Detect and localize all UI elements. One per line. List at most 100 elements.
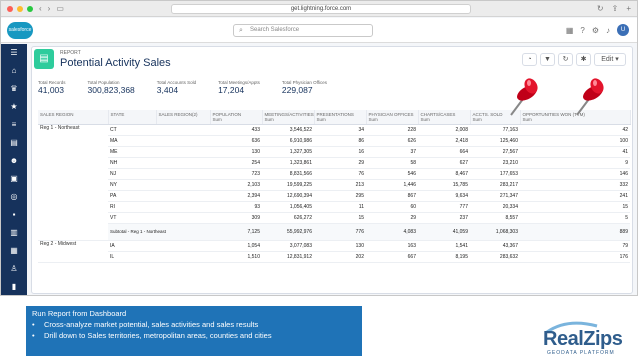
- refresh-icon[interactable]: ↻: [558, 53, 573, 66]
- state-cell: ME: [108, 146, 156, 158]
- value-cell: 15: [314, 212, 366, 224]
- value-cell: 60: [366, 201, 418, 213]
- value-cell: 237: [418, 212, 470, 224]
- value-cell: 93: [210, 201, 262, 213]
- table-row[interactable]: NH2541,323,861295862723,2109$57,444.00: [38, 157, 630, 169]
- browser-window: ‹ › ▭ get.lightning.force.com ↻ ⇪ + sale…: [0, 0, 638, 296]
- search-icon: ⌕: [239, 27, 243, 34]
- share-icon[interactable]: ⇪: [612, 4, 619, 13]
- empty-cell: [156, 212, 210, 224]
- column-header[interactable]: POPULATION Sum: [210, 110, 263, 125]
- subtotal-value: 7,125: [210, 223, 262, 241]
- value-cell: 627: [418, 157, 470, 169]
- book-icon[interactable]: ▤: [1, 134, 27, 152]
- subtotal-row: Subtotal - Reg 1 - Northeast 7,125 55,992,…: [38, 223, 630, 241]
- avatar[interactable]: U: [617, 24, 629, 36]
- value-cell: 8,557: [470, 212, 520, 224]
- value-cell: 664: [418, 146, 470, 158]
- subtotal-value: 1,068,303: [470, 223, 520, 241]
- star-icon[interactable]: ★: [1, 98, 27, 116]
- column-header[interactable]: PHYSICIAN OFFICES Sum: [366, 110, 419, 125]
- chart-icon[interactable]: ▮: [1, 278, 27, 295]
- value-cell: 2,394: [210, 190, 262, 202]
- clipboard-icon[interactable]: ▥: [1, 224, 27, 242]
- minimize-dot[interactable]: [17, 6, 23, 12]
- realzips-logo: RealZips GEODATA PLATFORM: [537, 320, 633, 358]
- table-row[interactable]: IL1,51012,831,9122026678,195283,632176$3…: [38, 251, 630, 263]
- state-cell: IL: [108, 251, 156, 263]
- user-icon[interactable]: ♙: [1, 260, 27, 278]
- grid-icon[interactable]: ▦: [566, 26, 574, 35]
- value-cell: 86: [314, 135, 366, 147]
- maximize-dot[interactable]: [27, 6, 33, 12]
- table-row[interactable]: Reg 2 - Midwest IA 1,054 3,077,083 130 163 1,5…: [38, 240, 630, 263]
- briefcase-icon[interactable]: ▪: [1, 206, 27, 224]
- table-row[interactable]: ME1301,327,305163766427,56741$50,460.00: [38, 146, 630, 158]
- back-icon[interactable]: ‹: [39, 4, 42, 13]
- column-header[interactable]: PRESENTATIONS Sum: [314, 110, 367, 125]
- summary-item: Total Meetings/Appts 17,204: [218, 80, 260, 95]
- dashboard-icon[interactable]: ◔: [522, 53, 537, 66]
- value-cell: 1,323,861: [262, 157, 314, 169]
- salesforce-logo[interactable]: salesforce: [7, 22, 33, 39]
- filter-icon[interactable]: ▼: [540, 53, 555, 66]
- home-icon[interactable]: ⌂: [1, 62, 27, 80]
- table-row[interactable]: VT309626,27215292378,5575$27,640.00: [38, 212, 630, 224]
- value-cell: 9,634: [418, 190, 470, 202]
- building-icon[interactable]: ▦: [1, 242, 27, 260]
- edit-button[interactable]: Edit ▾: [594, 53, 626, 66]
- column-header[interactable]: SALES REGION: [38, 110, 109, 125]
- search-input[interactable]: ⌕ Search Salesforce: [233, 24, 373, 37]
- sidebar-toggle-icon[interactable]: ▭: [56, 4, 64, 13]
- table-row[interactable]: Reg 1 - Northeast CT 433 3,546,522 34 228 2,00…: [38, 124, 630, 241]
- value-cell: 16: [314, 146, 366, 158]
- brand-tagline: GEODATA PLATFORM: [547, 350, 615, 356]
- empty-cell: [156, 146, 210, 158]
- table-row[interactable]: NJ7238,831,566765468,467177,653146$182,1…: [38, 168, 630, 180]
- empty-cell: [156, 240, 210, 252]
- value-cell: 283,632: [470, 251, 520, 263]
- column-header[interactable]: CHARTS/CASES Sum: [418, 110, 471, 125]
- value-cell: 37: [366, 146, 418, 158]
- empty-cell: [156, 124, 210, 136]
- browser-chrome: ‹ › ▭ get.lightning.force.com ↻ ⇪ +: [1, 1, 637, 17]
- value-cell: 2,418: [418, 135, 470, 147]
- value-cell: 5: [520, 212, 630, 224]
- table-row[interactable]: MA6366,910,986866262,418125,460100$167,9…: [38, 135, 630, 147]
- table-row[interactable]: PA2,39412,690,3942958679,634271,347241$2…: [38, 190, 630, 202]
- report-summary: Total Records 41,003 Total Population 300,8…: [38, 80, 349, 95]
- table-row[interactable]: NY 2,103 19,599,225 213 1,446 15,785 283,217 33…: [38, 179, 630, 191]
- caption-bullet-2: Drill down to Sales territories, metropo…: [32, 330, 356, 341]
- column-header[interactable]: STATE: [108, 110, 157, 125]
- summary-item: Total Accounts Sold 3,404: [157, 80, 196, 95]
- crown-icon[interactable]: ♛: [1, 80, 27, 98]
- value-cell: 12,690,394: [262, 190, 314, 202]
- column-header[interactable]: MEETINGS/ACTIVITIES Sum: [262, 110, 315, 125]
- help-icon[interactable]: ?: [580, 26, 584, 35]
- subtotal-label: Subtotal - Reg 1 - Northeast: [108, 223, 210, 241]
- new-tab-icon[interactable]: +: [626, 4, 631, 13]
- value-cell: 77,163: [470, 124, 520, 136]
- value-cell: 76: [314, 168, 366, 180]
- reload-icon[interactable]: ↻: [597, 4, 604, 13]
- forward-icon[interactable]: ›: [48, 4, 51, 13]
- target-icon[interactable]: ◎: [1, 188, 27, 206]
- value-cell: 1,446: [366, 179, 418, 191]
- report-type-label: REPORT: [60, 50, 81, 56]
- close-dot[interactable]: [7, 6, 13, 12]
- people-icon[interactable]: ☻: [1, 152, 27, 170]
- contact-card-icon[interactable]: ▣: [1, 170, 27, 188]
- bell-icon[interactable]: ♪: [606, 26, 610, 35]
- empty-cell: [156, 135, 210, 147]
- url-bar[interactable]: get.lightning.force.com: [171, 4, 471, 14]
- menu-icon[interactable]: ☰: [1, 44, 27, 62]
- gear-icon[interactable]: ⚙: [592, 26, 599, 35]
- table-row[interactable]: RI931,056,405116077720,33415$25,430.00: [38, 201, 630, 213]
- value-cell: 546: [366, 168, 418, 180]
- settings-icon[interactable]: ✱: [576, 53, 591, 66]
- value-cell: 777: [418, 201, 470, 213]
- column-header[interactable]: SALES REGION(2): [156, 110, 211, 125]
- list-icon[interactable]: ≡: [1, 116, 27, 134]
- salesforce-header: salesforce ⌕ Search Salesforce ▦ ? ⚙ ♪ U: [1, 18, 637, 43]
- subtotal-value: 41,059: [418, 223, 470, 241]
